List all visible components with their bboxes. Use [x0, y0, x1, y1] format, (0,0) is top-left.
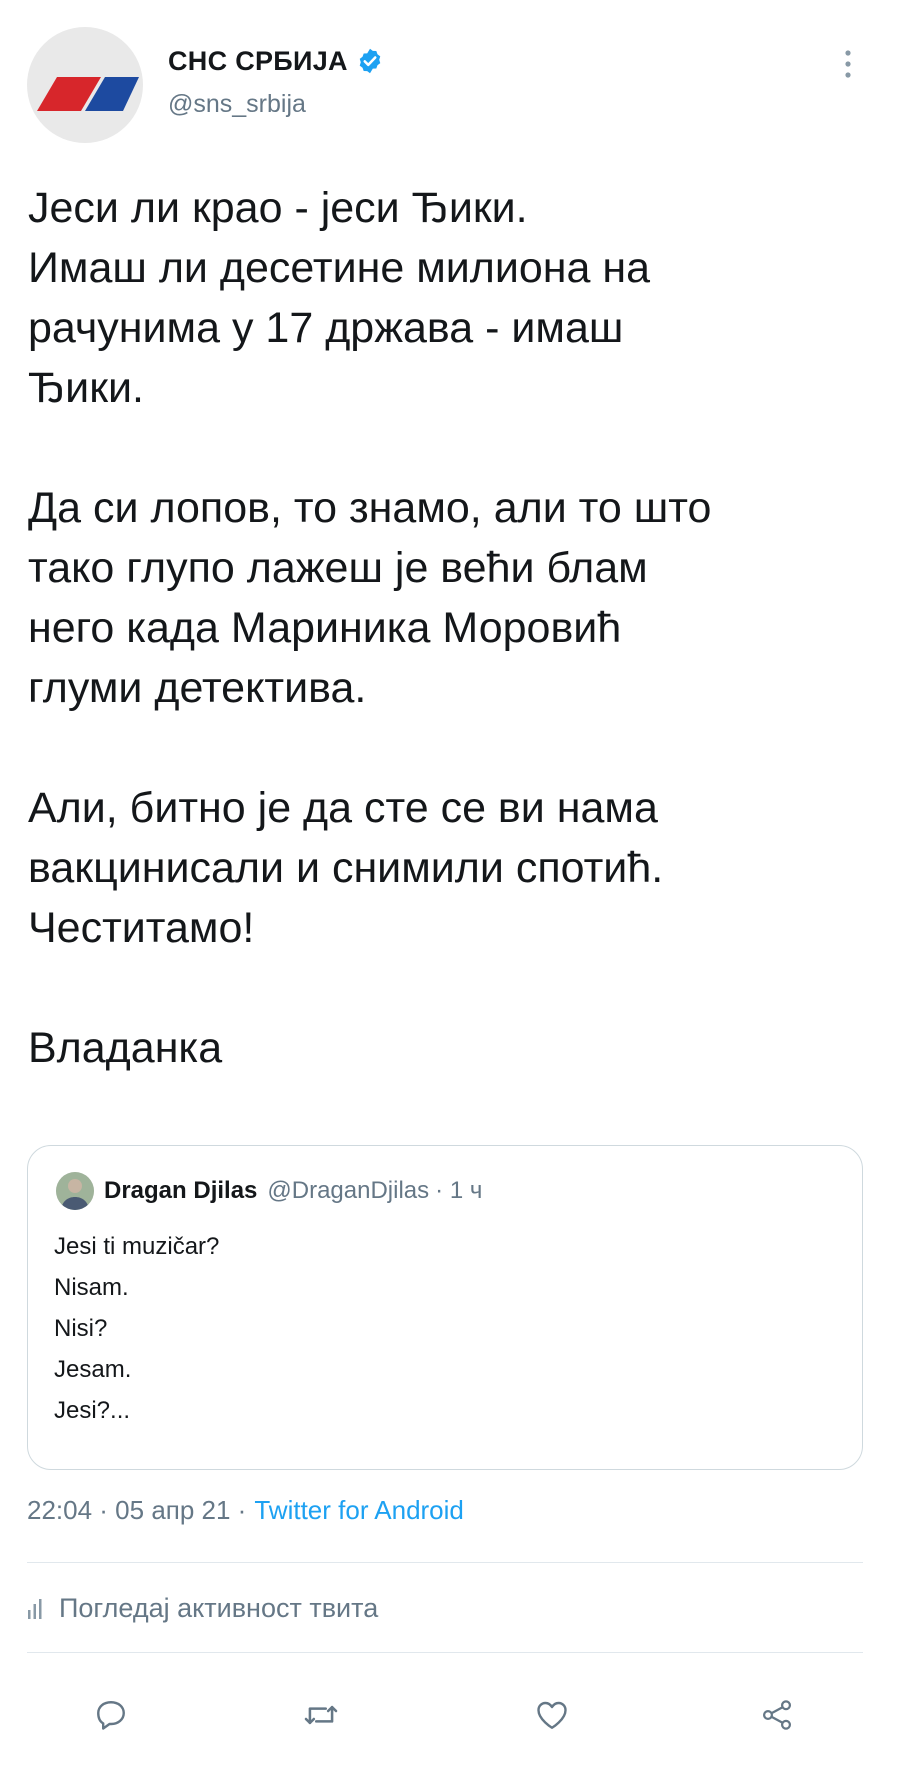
quoted-line: Jesi?... [54, 1397, 131, 1424]
tweet-line: глуми детектива. [28, 664, 367, 712]
tweet-line: Али, битно је да сте се ви нама [28, 784, 658, 832]
like-icon [537, 1701, 567, 1729]
tweet-line: Да си лопов, то знамо, али то што [28, 484, 712, 532]
retweet-button[interactable] [296, 1690, 346, 1740]
share-icon [762, 1700, 792, 1730]
timestamp: 22:04 · 05 апр 21 · [27, 1495, 247, 1525]
divider [27, 1652, 863, 1653]
view-activity-link[interactable]: Погледај активност твита [27, 1593, 378, 1624]
reply-button[interactable] [86, 1690, 136, 1740]
quoted-avatar [56, 1172, 94, 1210]
quoted-text: Jesi ti muzičar? Nisam. Nisi? Jesam. Jes… [54, 1226, 219, 1431]
handle: @sns_srbija [168, 90, 306, 118]
divider [27, 1562, 863, 1563]
retweet-icon [304, 1705, 338, 1725]
sns-logo-icon [37, 77, 139, 111]
tweet-line: Јеси ли крао - јеси Ђики. [28, 184, 528, 232]
verified-badge-icon [359, 48, 381, 74]
more-vertical-icon[interactable] [838, 46, 858, 82]
tweet-line: Честитамо! [28, 904, 255, 952]
quoted-tweet[interactable]: Dragan Djilas @DraganDjilas · 1 ч Jesi t… [27, 1145, 863, 1470]
quoted-line: Nisi? [54, 1315, 108, 1342]
analytics-icon [28, 1598, 42, 1619]
quoted-time: · 1 ч [435, 1177, 483, 1204]
tweet-line: него када Мариника Моровић [28, 604, 622, 652]
reply-icon [97, 1701, 125, 1730]
quoted-name: Dragan Djilas [104, 1177, 258, 1204]
tweet-line: Имаш ли десетине милиона на [28, 244, 651, 292]
tweet-text: Јеси ли крао - јеси Ђики. Имаш ли десети… [28, 178, 878, 1078]
quoted-line: Jesam. [54, 1356, 132, 1383]
person-avatar-icon [56, 1172, 94, 1210]
tweet-actions [0, 1690, 900, 1750]
tweet-line: рачунима у 17 држава - имаш [28, 304, 624, 352]
tweet-signature: Владанка [28, 1024, 223, 1072]
tweet-meta: 22:04 · 05 апр 21 · Twitter for Android [27, 1495, 464, 1526]
name-row: СНС СРБИЈА [168, 42, 384, 80]
share-button[interactable] [752, 1690, 802, 1740]
quoted-line: Nisam. [54, 1274, 129, 1301]
view-activity-label: Погледај активност твита [59, 1593, 379, 1623]
tweet-line: вакцинисали и снимили спотић. [28, 844, 664, 892]
quoted-tweet-header: Dragan Djilas @DraganDjilas · 1 ч [56, 1171, 482, 1211]
display-name[interactable]: СНС СРБИЈА [168, 46, 348, 77]
like-button[interactable] [527, 1690, 577, 1740]
avatar[interactable] [27, 27, 143, 143]
tweet-line: тако глупо лажеш је већи блам [28, 544, 648, 592]
quoted-line: Jesi ti muzičar? [54, 1233, 220, 1260]
tweet-line: Ђики. [28, 364, 144, 412]
tweet-header: СНС СРБИЈА @sns_srbija [0, 0, 900, 150]
client-link[interactable]: Twitter for Android [254, 1495, 464, 1526]
quoted-handle: @DraganDjilas [267, 1177, 430, 1204]
